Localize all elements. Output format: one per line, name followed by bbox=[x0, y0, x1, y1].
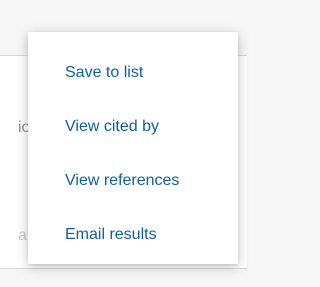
panel-divider-bottom bbox=[0, 268, 247, 269]
view-references-menu-item[interactable]: View references bbox=[28, 171, 238, 198]
save-to-list-menu-item[interactable]: Save to list bbox=[28, 63, 238, 90]
email-results-menu-item[interactable]: Email results bbox=[28, 225, 238, 252]
view-cited-by-menu-item[interactable]: View cited by bbox=[28, 117, 238, 144]
actions-dropdown-menu: Save to list View cited by View referenc… bbox=[28, 32, 238, 264]
